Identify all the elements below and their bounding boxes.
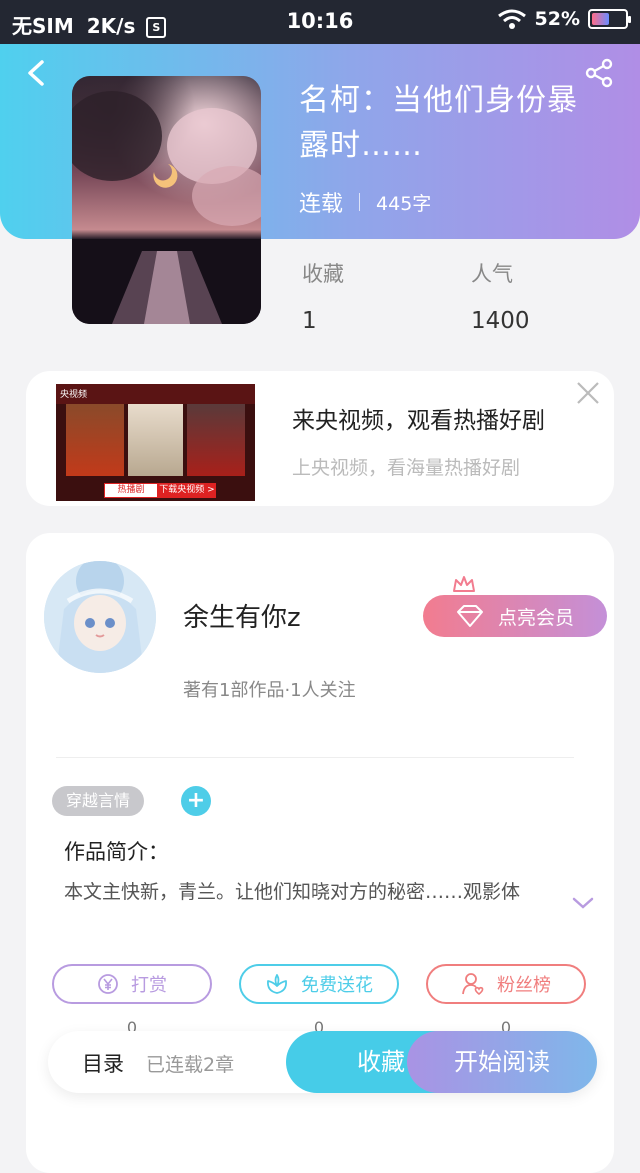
avatar-image: [44, 561, 156, 673]
intro-text: 本文主快新，青兰。让他们知晓对方的秘密……观影体: [64, 881, 521, 903]
intro-label: 作品简介：: [64, 840, 169, 864]
reward-button[interactable]: 打赏: [52, 964, 212, 1004]
battery-percent: 52%: [534, 8, 580, 30]
stat-label: 收藏: [302, 262, 344, 286]
fan-icon: [462, 973, 484, 996]
diamond-icon: [456, 605, 483, 627]
poster-3: [187, 404, 245, 476]
ad-title: 来央视频，观看热播好剧: [292, 408, 545, 434]
stat-favorites: 收藏 1: [302, 258, 344, 334]
author-stats: 著有1部作品·1人关注: [183, 680, 356, 701]
fan-ranking-button[interactable]: 粉丝榜: [426, 964, 586, 1004]
battery-icon: [588, 9, 631, 29]
battery-fill: [592, 13, 609, 25]
send-flower-button[interactable]: 免费送花: [239, 964, 399, 1004]
chevron-down-icon[interactable]: [572, 896, 594, 910]
serial-status: 连载: [299, 192, 344, 217]
add-tag-button[interactable]: +: [181, 786, 211, 816]
vip-label: 点亮会员: [497, 606, 574, 629]
reward-label: 打赏: [131, 975, 167, 996]
toc-button[interactable]: 目录: [82, 1048, 124, 1078]
status-bar: 无SIM 2K/s S 10:16 52%: [0, 0, 640, 44]
ad-thumb-download: 下载央视频 >: [158, 483, 216, 498]
ad-subtitle: 上央视频，看海量热播好剧: [292, 457, 521, 479]
close-icon[interactable]: [574, 379, 602, 407]
avatar[interactable]: [44, 561, 156, 673]
flower-icon: [267, 974, 287, 994]
wifi-icon: [497, 9, 526, 29]
word-count: 445字: [376, 192, 432, 215]
bottom-bar: 目录 已连载2章 收藏 开始阅读: [48, 1031, 597, 1093]
divider: [56, 757, 574, 758]
poster-1: [66, 404, 124, 476]
ad-banner[interactable]: 央视频 热播剧 下载央视频 > 来央视频，观看热播好剧 上央视频，看海量热播好剧: [26, 371, 614, 506]
cover-image: [72, 76, 261, 324]
start-reading-button[interactable]: 开始阅读: [407, 1031, 597, 1093]
stat-value: 1: [302, 308, 317, 334]
fan-ranking-label: 粉丝榜: [497, 975, 551, 996]
ad-thumb-brand: 央视频: [60, 390, 88, 400]
book-cover: [72, 76, 261, 324]
genre-tag[interactable]: 穿越言情: [52, 786, 145, 816]
stat-value: 1400: [471, 308, 530, 334]
back-arrow-icon[interactable]: [22, 58, 52, 88]
stat-popularity: 人气 1400: [471, 258, 530, 334]
vip-button[interactable]: 点亮会员: [423, 595, 607, 637]
author-name[interactable]: 余生有你z: [183, 597, 301, 634]
stat-label: 人气: [471, 262, 513, 286]
book-meta: 连载 445字: [299, 186, 431, 218]
chapter-count: 已连载2章: [146, 1054, 235, 1076]
book-title: 名柯：当他们身份暴露时……: [299, 83, 578, 163]
ad-thumb-button: 热播剧: [104, 483, 158, 498]
meta-divider: [359, 193, 361, 211]
poster-2: [128, 404, 183, 476]
ad-thumbnail: 央视频 热播剧 下载央视频 >: [56, 384, 255, 501]
yen-icon: [98, 974, 118, 994]
send-flower-label: 免费送花: [301, 975, 373, 996]
crown-icon: [453, 576, 475, 592]
